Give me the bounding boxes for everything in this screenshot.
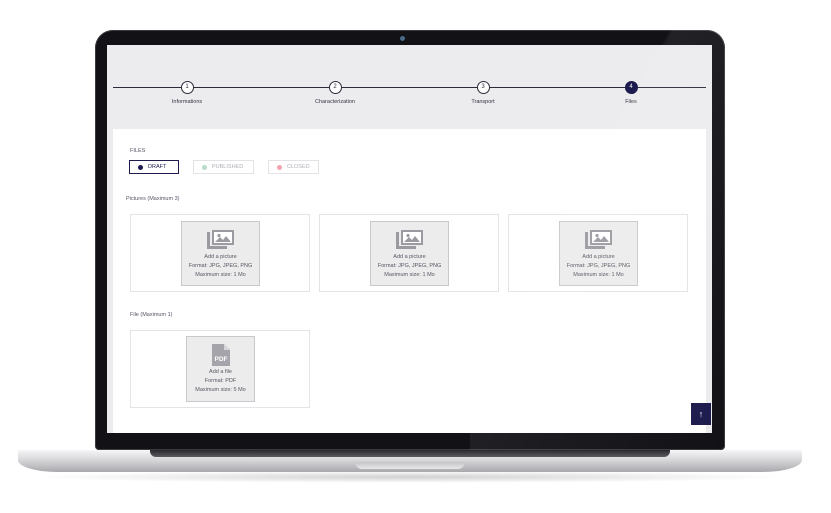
- step-circle: 3: [476, 81, 490, 94]
- picture-format-text: Format: JPG, JPEG, PNG: [188, 263, 253, 269]
- status-closed-button[interactable]: CLOSED: [268, 160, 319, 174]
- file-title: File (Maximum 1): [130, 312, 173, 318]
- add-file-label: Add a file: [209, 369, 232, 375]
- status-label: DRAFT: [148, 164, 167, 170]
- step-files[interactable]: 4 Files: [576, 81, 686, 105]
- step-circle: 2: [328, 81, 342, 94]
- step-transport[interactable]: 3 Transport: [428, 81, 538, 105]
- add-picture-label: Add a picture: [204, 254, 237, 260]
- add-file-dropzone[interactable]: PDF Add a file Format: PDF Maximum size:…: [186, 336, 255, 402]
- progress-stepper: 1 Informations 2 Characterization 3 Tran…: [107, 45, 712, 129]
- image-icon: [585, 230, 612, 249]
- status-label: PUBLISHED: [212, 164, 244, 170]
- step-label: Files: [625, 99, 637, 105]
- image-icon: [207, 230, 234, 249]
- pdf-file-icon: PDF: [211, 344, 230, 366]
- laptop-notch: [355, 462, 465, 469]
- status-published-button[interactable]: PUBLISHED: [193, 160, 254, 174]
- step-label: Transport: [471, 99, 495, 105]
- picture-size-text: Maximum size: 1 Mo: [384, 272, 435, 278]
- status-label: CLOSED: [287, 164, 310, 170]
- file-slot: PDF Add a file Format: PDF Maximum size:…: [130, 330, 310, 408]
- status-dot: [138, 164, 143, 170]
- picture-size-text: Maximum size: 1 Mo: [195, 272, 246, 278]
- image-icon: [396, 230, 423, 249]
- pictures-title: Pictures (Maximum 3): [126, 196, 180, 202]
- add-picture-dropzone[interactable]: Add a picture Format: JPG, JPEG, PNG Max…: [370, 221, 449, 286]
- add-picture-label: Add a picture: [582, 254, 615, 260]
- step-circle: 1: [180, 81, 194, 94]
- status-dot: [202, 164, 207, 170]
- picture-size-text: Maximum size: 1 Mo: [573, 272, 624, 278]
- step-informations[interactable]: 1 Informations: [132, 81, 242, 105]
- scroll-to-top-button[interactable]: ↑: [691, 403, 711, 425]
- file-format-text: Format: PDF: [204, 378, 237, 384]
- picture-format-text: Format: JPG, JPEG, PNG: [377, 263, 442, 269]
- picture-slot-3: Add a picture Format: JPG, JPEG, PNG Max…: [508, 214, 688, 292]
- step-label: Characterization: [314, 99, 356, 105]
- picture-slot-2: Add a picture Format: JPG, JPEG, PNG Max…: [319, 214, 499, 292]
- add-picture-dropzone[interactable]: Add a picture Format: JPG, JPEG, PNG Max…: [181, 221, 260, 286]
- status-draft-button[interactable]: DRAFT: [129, 160, 179, 174]
- files-title: FILES: [130, 148, 146, 154]
- arrow-up-icon: ↑: [698, 409, 704, 419]
- webcam: [400, 36, 405, 41]
- picture-format-text: Format: JPG, JPEG, PNG: [566, 263, 631, 269]
- add-picture-label: Add a picture: [393, 254, 426, 260]
- picture-slot-1: Add a picture Format: JPG, JPEG, PNG Max…: [130, 214, 310, 292]
- laptop-shadow: [30, 471, 790, 483]
- file-size-text: Maximum size: 5 Mo: [195, 387, 246, 393]
- step-characterization[interactable]: 2 Characterization: [280, 81, 390, 105]
- pdf-icon-text: PDF: [214, 356, 227, 363]
- add-picture-dropzone[interactable]: Add a picture Format: JPG, JPEG, PNG Max…: [559, 221, 638, 286]
- step-label: Informations: [171, 99, 203, 105]
- step-circle: 4: [624, 81, 638, 94]
- status-dot: [277, 164, 282, 170]
- files-card: FILES DRAFT PUBLISHED CLOSED Pictures (M…: [113, 129, 706, 433]
- laptop-hinge: [150, 450, 670, 457]
- app-screen: 1 Informations 2 Characterization 3 Tran…: [107, 45, 712, 433]
